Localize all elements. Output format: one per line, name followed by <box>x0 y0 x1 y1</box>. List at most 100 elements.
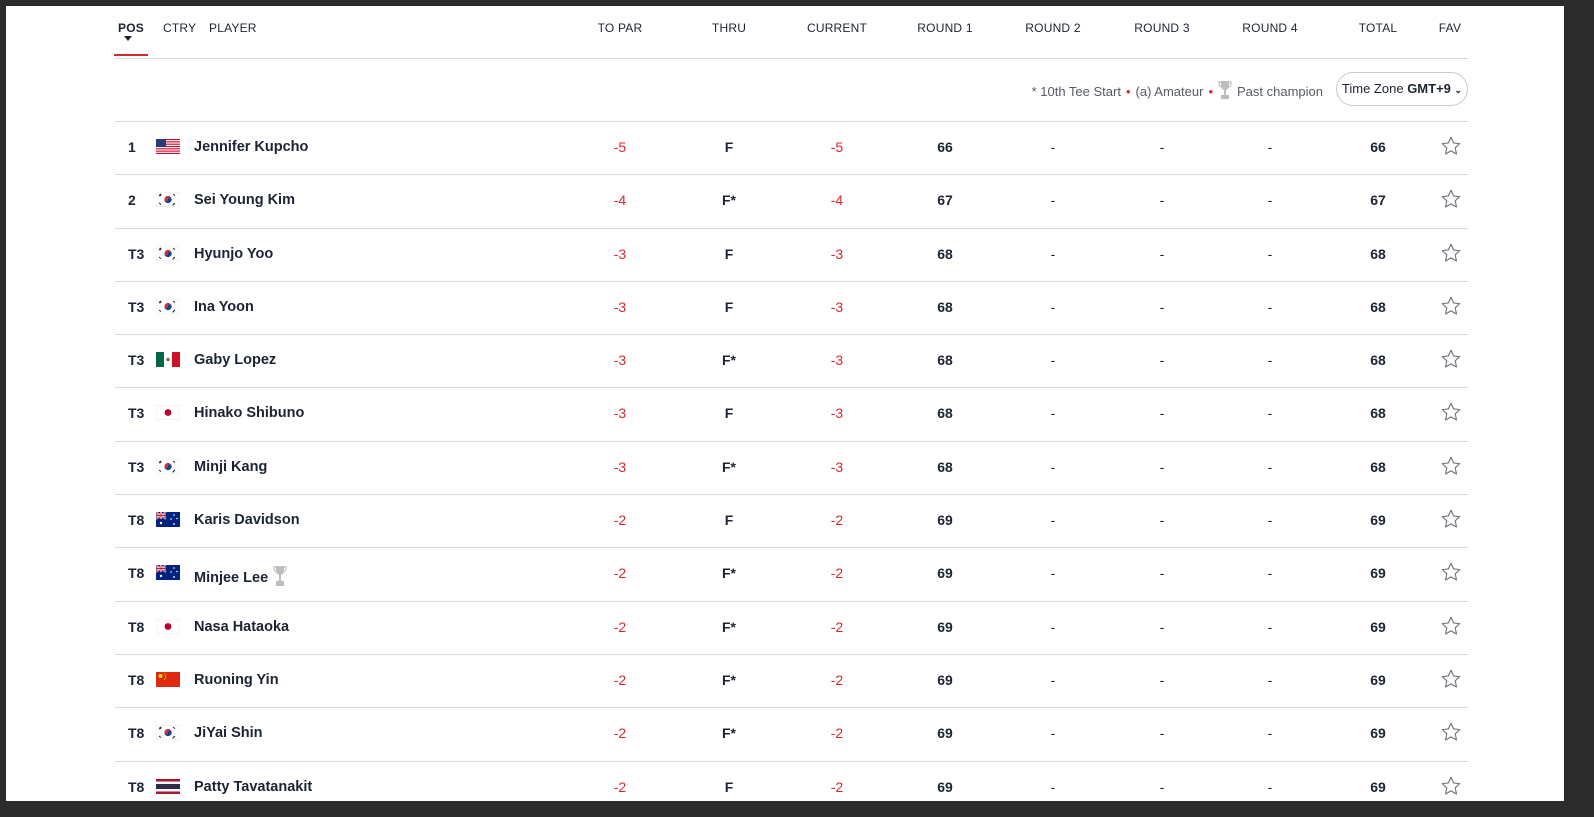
player-name[interactable]: Nasa Hataoka <box>194 619 289 635</box>
column-current[interactable]: CURRENT <box>807 21 867 35</box>
cell-player[interactable]: JiYai Shin <box>194 725 263 741</box>
cell-total: 68 <box>1370 405 1386 422</box>
legend-items: * 10th Tee Start • (a) Amateur • Past champi… <box>1032 80 1323 100</box>
cell-player[interactable]: Minjee Lee <box>194 565 287 587</box>
star-icon[interactable] <box>1440 348 1462 370</box>
leaderboard-rows: 1 Jennifer Kupcho -5 F -5 66 - - - 66 2 Sei Young K… <box>115 122 1468 801</box>
table-row[interactable]: T3 Hinako Shibuno -3 F -3 68 - - - 68 <box>115 388 1468 442</box>
cell-player[interactable]: Ina Yoon <box>194 299 254 315</box>
table-row[interactable]: T8 Minjee Lee -2 F* -2 69 - - - 69 <box>115 548 1468 602</box>
us-flag-icon <box>156 139 180 154</box>
cell-current: -5 <box>830 139 844 155</box>
cell-player[interactable]: Hyunjo Yoo <box>194 246 273 262</box>
star-icon[interactable] <box>1440 295 1462 317</box>
kr-flag-icon <box>156 298 180 314</box>
cell-round-3: - <box>1159 778 1165 795</box>
table-row[interactable]: T3 Hyunjo Yoo -3 F -3 68 - - - 68 <box>115 229 1468 282</box>
kr-flag-icon <box>156 458 180 474</box>
cell-total: 69 <box>1370 778 1386 795</box>
cell-round-1: 68 <box>937 405 953 422</box>
column-total[interactable]: TOTAL <box>1359 21 1398 35</box>
cell-current: -4 <box>830 192 844 209</box>
table-row[interactable]: T3 Gaby Lopez -3 F* -3 68 - - - 68 <box>115 335 1468 389</box>
cell-total: 69 <box>1370 512 1386 529</box>
column-round-2[interactable]: ROUND 2 <box>1025 21 1080 35</box>
chevron-down-icon: ⌄ <box>1454 85 1463 95</box>
star-icon[interactable] <box>1440 135 1462 157</box>
cell-player[interactable]: Nasa Hataoka <box>194 619 289 635</box>
column-to-par[interactable]: TO PAR <box>598 21 643 35</box>
star-icon[interactable] <box>1440 508 1462 530</box>
trophy-icon <box>273 566 287 587</box>
cell-current: -2 <box>830 671 844 688</box>
player-name[interactable]: Hinako Shibuno <box>194 405 304 421</box>
cell-total: 69 <box>1370 725 1386 742</box>
star-icon[interactable] <box>1440 775 1462 797</box>
cell-player[interactable]: Jennifer Kupcho <box>194 139 308 155</box>
player-name[interactable]: Hyunjo Yoo <box>194 246 273 262</box>
cell-player[interactable]: Gaby Lopez <box>194 352 276 368</box>
star-icon[interactable] <box>1440 721 1462 743</box>
player-name[interactable]: Sei Young Kim <box>194 192 295 208</box>
cell-player[interactable]: Sei Young Kim <box>194 192 295 208</box>
table-row[interactable]: T8 JiYai Shin -2 F* -2 69 - - - 69 <box>115 708 1468 762</box>
table-row[interactable]: T8 Karis Davidson -2 F -2 69 - - - 69 <box>115 495 1468 549</box>
column-round-1[interactable]: ROUND 1 <box>917 21 972 35</box>
cell-player[interactable]: Hinako Shibuno <box>194 405 304 421</box>
column-round-3[interactable]: ROUND 3 <box>1134 21 1189 35</box>
star-icon[interactable] <box>1440 188 1462 210</box>
player-name[interactable]: Gaby Lopez <box>194 352 276 368</box>
star-icon[interactable] <box>1440 401 1462 423</box>
star-icon[interactable] <box>1440 242 1462 264</box>
leaderboard-header: POS CTRY PLAYER TO PAR THRU CURRENT ROUN… <box>114 6 1468 59</box>
cell-round-1: 66 <box>937 139 953 155</box>
table-row[interactable]: T3 Minji Kang -3 F* -3 68 - - - 68 <box>115 442 1468 496</box>
star-icon[interactable] <box>1440 455 1462 477</box>
column-pos[interactable]: POS <box>114 21 148 56</box>
table-row[interactable]: 2 Sei Young Kim -4 F* -4 67 - - - 67 <box>115 175 1468 229</box>
cell-player[interactable]: Ruoning Yin <box>194 672 279 688</box>
cell-to-par: -3 <box>613 405 627 422</box>
cell-round-4: - <box>1267 245 1273 262</box>
player-name[interactable]: Karis Davidson <box>194 512 300 528</box>
player-name[interactable]: Patty Tavatanakit <box>194 779 312 795</box>
star-icon[interactable] <box>1440 561 1462 583</box>
player-name[interactable]: Minji Kang <box>194 459 267 475</box>
column-ctry[interactable]: CTRY <box>163 21 196 35</box>
cell-to-par: -5 <box>613 139 627 155</box>
player-name[interactable]: JiYai Shin <box>194 725 263 741</box>
table-row[interactable]: T8 Nasa Hataoka -2 F* -2 69 - - - 69 <box>115 602 1468 655</box>
kr-flag-icon <box>156 725 180 741</box>
player-name[interactable]: Ina Yoon <box>194 299 254 315</box>
cell-round-4: - <box>1267 671 1273 688</box>
table-row[interactable]: T8 Ruoning Yin -2 F* -2 69 - - - 69 <box>115 655 1468 709</box>
cell-total: 68 <box>1370 458 1386 475</box>
timezone-dropdown[interactable]: Time Zone GMT+9 ⌄ <box>1336 72 1468 106</box>
cell-pos: T3 <box>128 405 145 422</box>
cell-round-1: 69 <box>937 725 953 742</box>
jp-flag-icon <box>156 405 180 421</box>
table-row[interactable]: 1 Jennifer Kupcho -5 F -5 66 - - - 66 <box>115 122 1468 176</box>
player-name[interactable]: Jennifer Kupcho <box>194 139 308 155</box>
cell-pos: T3 <box>128 458 145 475</box>
cell-total: 68 <box>1370 245 1386 262</box>
cell-total: 68 <box>1370 352 1386 369</box>
column-round-4[interactable]: ROUND 4 <box>1242 21 1297 35</box>
player-name[interactable]: Ruoning Yin <box>194 672 279 688</box>
cell-player[interactable]: Minji Kang <box>194 459 267 475</box>
cell-player[interactable]: Patty Tavatanakit <box>194 779 312 795</box>
cell-total: 69 <box>1370 618 1386 635</box>
table-row[interactable]: T8 Patty Tavatanakit -2 F -2 69 - - - 69 <box>115 762 1468 801</box>
cell-pos: T3 <box>128 245 145 262</box>
cell-player[interactable]: Karis Davidson <box>194 512 300 528</box>
cell-round-2: - <box>1050 352 1056 369</box>
cell-to-par: -4 <box>613 192 627 209</box>
player-name[interactable]: Minjee Lee <box>194 570 268 586</box>
cell-current: -3 <box>830 245 844 262</box>
star-icon[interactable] <box>1440 668 1462 690</box>
cell-current: -3 <box>830 405 844 422</box>
star-icon[interactable] <box>1440 615 1462 637</box>
column-thru[interactable]: THRU <box>712 21 746 35</box>
column-player[interactable]: PLAYER <box>209 21 257 35</box>
table-row[interactable]: T3 Ina Yoon -3 F -3 68 - - - 68 <box>115 282 1468 336</box>
